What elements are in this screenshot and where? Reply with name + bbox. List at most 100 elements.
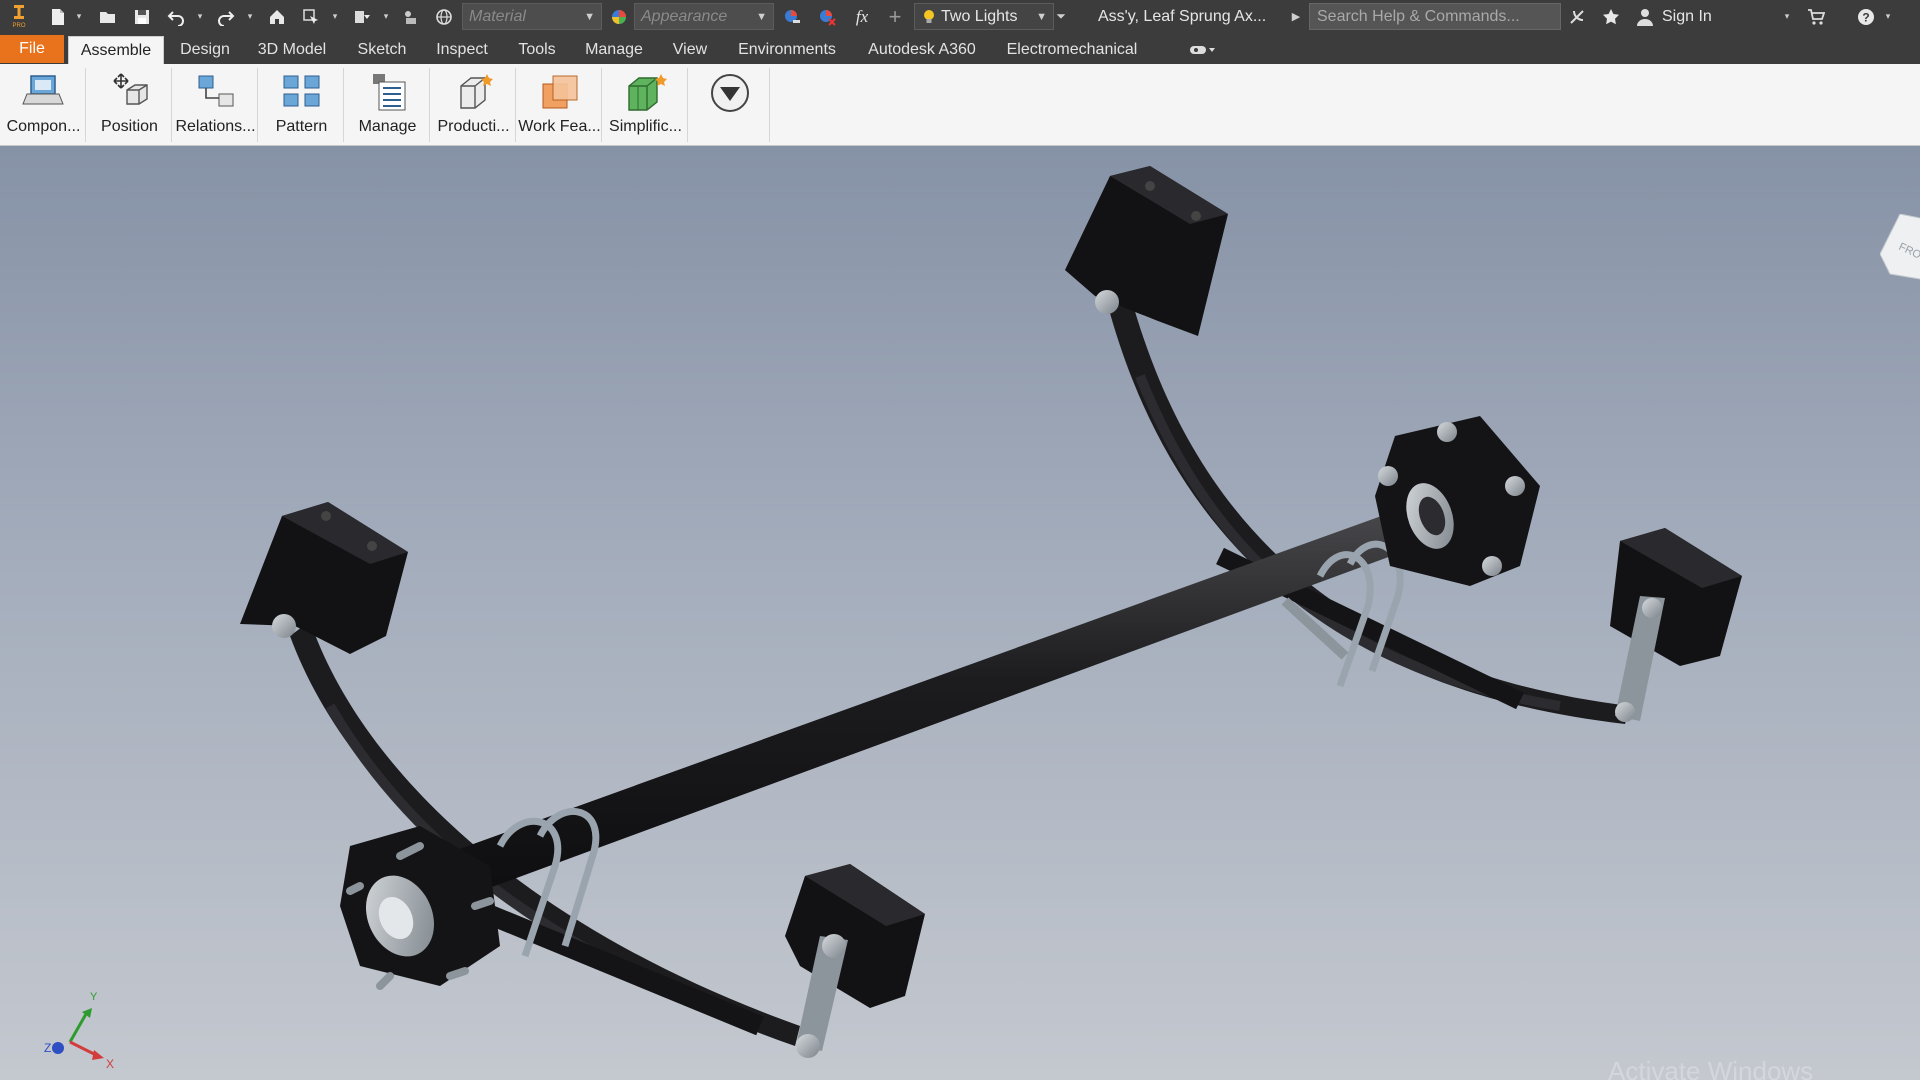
pattern-button[interactable]: Pattern xyxy=(260,68,344,142)
appearance-browser-button[interactable] xyxy=(605,0,633,33)
update-icon xyxy=(355,10,370,23)
panel-expand-button[interactable] xyxy=(690,68,770,142)
front-front-hanger[interactable] xyxy=(240,502,408,654)
leaf-sprung-axle-model[interactable] xyxy=(0,146,1920,1080)
quick-access-toolbar: PRO ▾ ▾ ▾ ▾ ▾ Material ▼ Appearance ▼ fx +… xyxy=(0,0,1920,33)
lighting-bulb-icon xyxy=(924,9,934,23)
svg-text:?: ? xyxy=(1862,10,1869,24)
adjust-appearance-icon xyxy=(785,9,800,23)
productivity-button[interactable]: Producti... xyxy=(432,68,516,142)
tab-view[interactable]: View xyxy=(664,36,716,64)
undo-dropdown-chevron-icon[interactable]: ▾ xyxy=(195,0,205,33)
ribbon-display-toggle[interactable] xyxy=(1182,36,1222,64)
lighting-style-select[interactable]: Two Lights ▼ xyxy=(914,3,1054,30)
simplification-button[interactable]: Simplific... xyxy=(604,68,688,142)
sign-in-chevron-icon[interactable]: ▾ xyxy=(1782,0,1792,33)
appearance-chevron-down-icon: ▼ xyxy=(756,10,767,23)
move-position-icon xyxy=(112,73,148,105)
triad-x-arrow-icon xyxy=(92,1050,104,1060)
expand-down-icon xyxy=(710,74,749,112)
pattern-icon xyxy=(283,75,319,107)
position-button[interactable]: Position xyxy=(88,68,172,142)
triad-x-label: X xyxy=(106,1057,114,1071)
rear-leaf-spring[interactable] xyxy=(1108,294,1630,724)
save-icon xyxy=(135,9,149,24)
sign-in-link[interactable]: Sign In xyxy=(1662,0,1712,33)
tab-file[interactable]: File xyxy=(0,35,64,63)
new-dropdown-chevron-icon[interactable]: ▾ xyxy=(74,0,84,33)
open-button[interactable] xyxy=(94,0,122,33)
tab-assemble[interactable]: Assemble xyxy=(68,36,164,64)
store-button[interactable] xyxy=(1802,0,1830,33)
search-help-input[interactable]: Search Help & Commands... xyxy=(1309,3,1561,30)
select-dropdown-chevron-icon[interactable]: ▾ xyxy=(330,0,340,33)
parameters-fx-icon[interactable]: fx xyxy=(848,0,876,33)
viewcube[interactable]: FRO xyxy=(1880,214,1920,294)
ipart-button[interactable] xyxy=(397,0,425,33)
undo-button[interactable] xyxy=(162,0,190,33)
tab-design[interactable]: Design xyxy=(172,36,238,64)
activate-windows-watermark: Activate Windows xyxy=(1608,1056,1814,1080)
communication-center-button[interactable] xyxy=(1563,0,1591,33)
help-chevron-icon[interactable]: ▾ xyxy=(1883,0,1893,33)
productivity-icon xyxy=(459,74,493,109)
new-button[interactable] xyxy=(44,0,72,33)
material-select[interactable]: Material ▼ xyxy=(462,3,602,30)
triad-z-axis-icon xyxy=(52,1042,64,1054)
material-chevron-down-icon: ▼ xyxy=(584,10,595,23)
position-label: Position xyxy=(101,118,158,135)
graphics-viewport[interactable]: FRO Y X Z Activate Windows xyxy=(0,146,1920,1080)
redo-button[interactable] xyxy=(212,0,240,33)
save-button[interactable] xyxy=(128,0,156,33)
ribbon-tab-bar: File Assemble Design 3D Model Sketch Ins… xyxy=(0,33,1920,64)
front-shackle-hanger[interactable] xyxy=(785,864,925,1058)
app-logo[interactable]: PRO xyxy=(4,0,34,33)
title-expand-chevron-icon[interactable]: ▶ xyxy=(1291,0,1301,33)
customize-qat-chevron-icon[interactable]: ⏷ xyxy=(1056,0,1066,33)
tab-autodesk-a360[interactable]: Autodesk A360 xyxy=(859,36,985,64)
rear-front-hanger[interactable] xyxy=(1065,166,1228,336)
inventor-logo-icon xyxy=(14,4,24,19)
work-features-button[interactable]: Work Fea... xyxy=(518,68,602,142)
update-button[interactable] xyxy=(348,0,376,33)
component-button[interactable]: Compon... xyxy=(2,68,86,142)
component-label: Compon... xyxy=(6,118,81,135)
tab-electromechanical[interactable]: Electromechanical xyxy=(998,36,1146,64)
appearance-select-value: Appearance xyxy=(641,7,728,25)
measure-plus-icon[interactable]: + xyxy=(881,0,909,33)
work-features-label: Work Fea... xyxy=(518,118,601,135)
help-question-icon: ? xyxy=(1858,8,1874,25)
tab-tools[interactable]: Tools xyxy=(505,36,569,64)
tab-manage[interactable]: Manage xyxy=(578,36,650,64)
home-button[interactable] xyxy=(263,0,291,33)
triad-y-label: Y xyxy=(90,991,98,1003)
appearance-sphere-icon xyxy=(612,9,626,24)
user-icon[interactable] xyxy=(1631,0,1659,33)
clear-appearance-button[interactable] xyxy=(813,0,841,33)
relationships-button[interactable]: Relations... xyxy=(174,68,258,142)
appearance-select[interactable]: Appearance ▼ xyxy=(634,3,774,30)
axle-tube[interactable] xyxy=(440,495,1451,898)
axis-triad: Y X Z xyxy=(44,991,114,1071)
open-folder-icon xyxy=(100,11,115,23)
update-dropdown-chevron-icon[interactable]: ▾ xyxy=(381,0,391,33)
tab-inspect[interactable]: Inspect xyxy=(428,36,496,64)
star-icon xyxy=(1603,8,1619,24)
lighting-style-value: Two Lights xyxy=(941,7,1018,25)
bill-of-materials-icon xyxy=(372,74,405,111)
favorites-button[interactable] xyxy=(1597,0,1625,33)
adjust-appearance-button[interactable] xyxy=(778,0,806,33)
web-button[interactable] xyxy=(430,0,458,33)
tab-environments[interactable]: Environments xyxy=(728,36,846,64)
ribbon-minimize-icon xyxy=(1190,46,1215,54)
tab-3d-model[interactable]: 3D Model xyxy=(252,36,332,64)
new-file-icon xyxy=(52,8,64,25)
rear-hub[interactable] xyxy=(1375,416,1540,586)
select-button[interactable] xyxy=(297,0,325,33)
redo-dropdown-chevron-icon[interactable]: ▾ xyxy=(245,0,255,33)
rear-shackle-hanger[interactable] xyxy=(1610,528,1742,722)
manage-button[interactable]: Manage xyxy=(346,68,430,142)
help-button[interactable]: ? xyxy=(1852,0,1880,33)
pattern-label: Pattern xyxy=(275,118,328,135)
tab-sketch[interactable]: Sketch xyxy=(347,36,417,64)
